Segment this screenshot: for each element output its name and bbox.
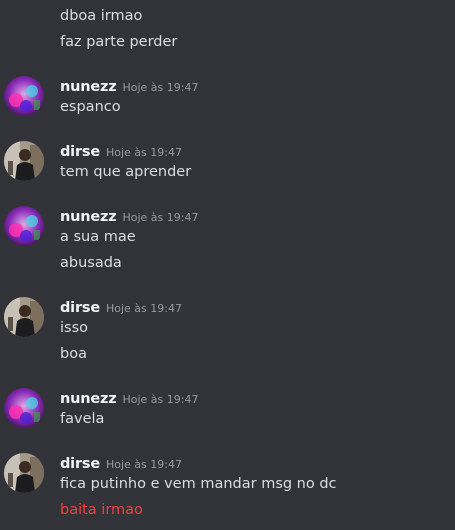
user-avatar-dirse[interactable]	[4, 141, 44, 181]
message-header: dirse Hoje às 19:47	[60, 141, 182, 161]
message-text: favela	[60, 411, 105, 427]
message-text: fica putinho e vem mandar msg no dc	[60, 476, 337, 492]
message-text: faz parte perder	[60, 34, 178, 50]
username[interactable]: nunezz	[60, 79, 117, 95]
username[interactable]: dirse	[60, 456, 100, 472]
message-header: nunezz Hoje às 19:47	[60, 206, 198, 226]
message-header: dirse Hoje às 19:47	[60, 297, 182, 317]
message-text: isso	[60, 320, 89, 336]
chat-message-list: dboa irmao faz parte perder nunezz Hoje à…	[0, 0, 455, 530]
message-header: nunezz Hoje às 19:47	[60, 76, 198, 96]
timestamp[interactable]: Hoje às 19:47	[122, 211, 198, 224]
failed-message-text[interactable]: baita irmao	[60, 500, 143, 520]
nunezz-avatar-image	[4, 206, 44, 246]
user-avatar-nunezz[interactable]	[4, 76, 44, 116]
timestamp[interactable]: Hoje às 19:47	[106, 302, 182, 315]
user-avatar-dirse[interactable]	[4, 297, 44, 337]
timestamp[interactable]: Hoje às 19:47	[106, 146, 182, 159]
timestamp[interactable]: Hoje às 19:47	[122, 393, 198, 406]
timestamp[interactable]: Hoje às 19:47	[106, 458, 182, 471]
message-text: dboa irmao	[60, 8, 143, 24]
user-avatar-nunezz[interactable]	[4, 388, 44, 428]
user-avatar-nunezz[interactable]	[4, 206, 44, 246]
username[interactable]: dirse	[60, 144, 100, 160]
message-text: a sua mae	[60, 229, 136, 245]
message-header: dirse Hoje às 19:47	[60, 453, 182, 473]
message-text: boa	[60, 346, 87, 362]
dirse-avatar-image	[4, 141, 44, 181]
username[interactable]: dirse	[60, 300, 100, 316]
timestamp[interactable]: Hoje às 19:47	[122, 81, 198, 94]
dirse-avatar-image	[4, 297, 44, 337]
nunezz-avatar-image	[4, 76, 44, 116]
username[interactable]: nunezz	[60, 391, 117, 407]
message-text: tem que aprender	[60, 164, 192, 180]
username[interactable]: nunezz	[60, 209, 117, 225]
nunezz-avatar-image	[4, 388, 44, 428]
message-header: nunezz Hoje às 19:47	[60, 388, 198, 408]
dirse-avatar-image	[4, 453, 44, 493]
user-avatar-dirse[interactable]	[4, 453, 44, 493]
message-text: abusada	[60, 255, 122, 271]
message-text: espanco	[60, 99, 121, 115]
